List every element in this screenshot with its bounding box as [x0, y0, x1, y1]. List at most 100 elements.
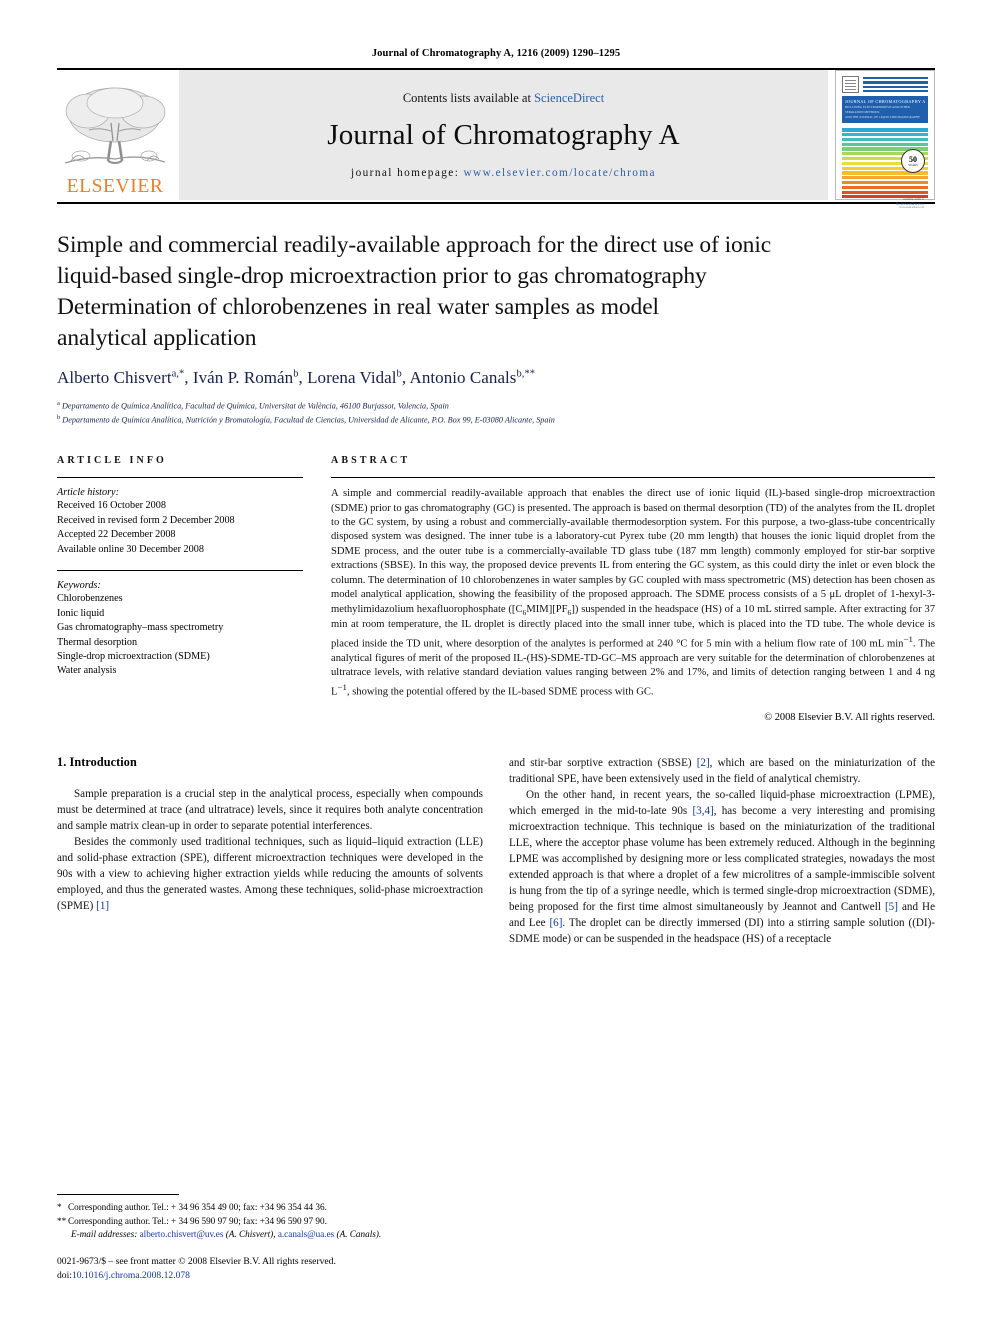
author-4: Antonio Canalsb,**	[410, 368, 536, 387]
seal-number: 50	[909, 154, 917, 164]
abstract-part-1: A simple and commercial readily-availabl…	[331, 488, 935, 615]
sciencedirect-link[interactable]: ScienceDirect	[534, 91, 604, 105]
keywords-title: Keywords:	[57, 580, 101, 592]
history-line-1: Received 16 October 2008	[57, 500, 166, 512]
cover-bar-4	[842, 142, 928, 146]
abstract-column: ABSTRACT A simple and commercial readily…	[331, 455, 935, 723]
article-page: Journal of Chromatography A, 1216 (2009)…	[0, 0, 992, 1323]
cover-bar-14	[842, 190, 928, 194]
contents-prefix: Contents lists available at	[402, 90, 535, 105]
history-line-2: Received in revised form 2 December 2008	[57, 514, 235, 526]
rp2-post: , has become a very interesting and prom…	[509, 804, 935, 913]
elsevier-tree-icon	[64, 87, 166, 164]
section-heading-introduction: 1. Introduction	[57, 754, 137, 769]
keywords-block: Keywords: Chlorobenzenes Ionic liquid Gas …	[57, 570, 303, 679]
affiliation-text: Departamento de Química Analítica, Nutri…	[60, 415, 555, 425]
journal-cover-thumbnail: JOURNAL OF CHROMATOGRAPHY A INCLUDING EL…	[835, 70, 935, 209]
cover-bar-13	[842, 185, 928, 189]
affiliation-list: a Departamento de Química Analítica, Fac…	[57, 399, 935, 427]
author-name: Alberto Chisvert	[57, 368, 172, 388]
intro-paragraph-2: Besides the commonly used traditional te…	[57, 834, 483, 914]
keyword-5: Single-drop microextraction (SDME)	[57, 651, 210, 662]
keyword-6: Water analysis	[57, 665, 117, 677]
rp2-end: . The droplet can be directly immersed (…	[509, 916, 935, 945]
author-affiliation-mark: b,**	[516, 368, 536, 380]
author-list: Alberto Chisverta,*, Iván P. Románb, Lor…	[57, 368, 536, 388]
seal-label: YEARS	[908, 163, 918, 167]
intro-paragraph-2-continued: and stir-bar sorptive extraction (SBSE) …	[509, 755, 935, 787]
copyright-line: © 2008 Elsevier B.V. All rights reserved…	[764, 711, 935, 723]
doi-label: doi:	[57, 1270, 72, 1282]
email-name-canals: (A. Canals).	[334, 1228, 382, 1239]
abstract-sup-1: −1	[903, 633, 913, 644]
footnote-corresponding-author-2: ** Corresponding author. Tel.: + 34 96 59…	[57, 1215, 487, 1228]
intro-paragraph-3: On the other hand, in recent years, the …	[509, 787, 935, 947]
doi-line: doi:10.1016/j.chroma.2008.12.078	[57, 1269, 487, 1283]
cover-banner: JOURNAL OF CHROMATOGRAPHY A INCLUDING EL…	[842, 96, 928, 124]
reference-link-2[interactable]: [2]	[697, 757, 710, 769]
author-3: Lorena Vidalb	[307, 368, 402, 387]
cover-bar-2	[842, 133, 928, 137]
keyword-4: Thermal desorption	[57, 636, 138, 648]
keywords-rule	[57, 570, 303, 572]
elsevier-wordmark: ELSEVIER	[66, 175, 164, 197]
article-info-rule	[57, 477, 303, 479]
info-abstract-section: ARTICLE INFO Article history: Received 1…	[57, 455, 935, 723]
abstract-label: ABSTRACT	[331, 455, 411, 467]
cover-bar-3	[842, 137, 928, 142]
journal-masthead: ELSEVIER Contents lists available at Sci…	[57, 68, 935, 209]
author-1: Alberto Chisverta,*	[57, 368, 184, 387]
doi-link[interactable]: 10.1016/j.chroma.2008.12.078	[72, 1270, 190, 1281]
contents-available-line: Contents lists available at ScienceDirec…	[403, 91, 604, 106]
reference-link-6[interactable]: [6]	[549, 917, 562, 929]
body-right-column: and stir-bar sorptive extraction (SBSE) …	[509, 755, 935, 947]
author-name: Iván P. Román	[192, 368, 294, 388]
footnote-text-1: Corresponding author. Tel.: + 34 96 354 …	[68, 1202, 327, 1213]
cover-bar-12	[842, 180, 928, 185]
affiliation-2: b Departamento de Química Analítica, Nut…	[57, 413, 935, 427]
rp1-pre: and stir-bar sorptive extraction (SBSE)	[509, 756, 697, 769]
reference-link-1[interactable]: [1]	[96, 900, 109, 912]
running-head: Journal of Chromatography A, 1216 (2009)…	[371, 48, 621, 59]
homepage-url-link[interactable]: www.elsevier.com/locate/chroma	[463, 167, 655, 179]
reference-link-5[interactable]: [5]	[885, 901, 898, 913]
body-left-column: 1. Introduction Sample preparation is a …	[57, 755, 483, 947]
cover-bar-1	[842, 128, 928, 132]
abstract-part-5: , showing the potential offered by the I…	[346, 686, 654, 698]
cover-header-row	[842, 76, 928, 93]
history-line-4: Available online 30 December 2008	[57, 543, 204, 555]
cover-banner-sub-2: AND THE JOURNAL OF LIQUID CHROMATOGRAPHY	[845, 114, 921, 119]
cover-logo-box	[842, 76, 859, 93]
homepage-prefix: journal homepage:	[351, 166, 464, 179]
email-link-canals[interactable]: a.canals@ua.es	[278, 1229, 334, 1239]
author-affiliation-mark: b	[396, 368, 402, 380]
abstract-sup-2: −1	[337, 681, 347, 692]
keyword-1: Chlorobenzenes	[57, 593, 123, 605]
cover-blue-lines	[863, 76, 928, 93]
intro-paragraph-2-text: Besides the commonly used traditional te…	[57, 835, 483, 912]
reference-link-34[interactable]: [3,4]	[692, 805, 713, 817]
email-label: E-mail addresses:	[71, 1228, 138, 1239]
article-history-lines: Received 16 October 2008 Received in revi…	[57, 499, 303, 557]
footnote-mark-1: *	[57, 1202, 62, 1213]
keyword-3: Gas chromatography–mass spectrometry	[57, 622, 224, 634]
affiliation-1: a Departamento de Química Analítica, Fac…	[57, 399, 935, 413]
issn-doi-block: 0021-9673/$ – see front matter © 2008 El…	[57, 1255, 487, 1283]
abstract-text: A simple and commercial readily-availabl…	[331, 487, 935, 699]
journal-title: Journal of Chromatography A	[327, 118, 680, 151]
abstract-part-2: MIM][PF	[526, 603, 568, 615]
intro-paragraph-1: Sample preparation is a crucial step in …	[57, 787, 483, 832]
title-line-2: liquid-based single-drop microextraction…	[57, 263, 707, 290]
footnote-text-2: Corresponding author. Tel.: + 34 96 590 …	[68, 1215, 327, 1226]
journal-homepage-line: journal homepage: www.elsevier.com/locat…	[351, 167, 656, 179]
article-info-label: ARTICLE INFO	[57, 455, 167, 467]
title-line-3: Determination of chlorobenzenes in real …	[57, 294, 659, 321]
cover-bar-11	[842, 176, 928, 180]
email-name-chisvert: (A. Chisvert),	[223, 1228, 276, 1239]
email-link-chisvert[interactable]: alberto.chisvert@uv.es	[140, 1229, 224, 1239]
author-2: Iván P. Románb	[193, 368, 299, 387]
title-line-1: Simple and commercial readily-available …	[57, 232, 772, 258]
footnote-email-line: E-mail addresses: alberto.chisvert@uv.es…	[57, 1228, 487, 1241]
author-name: Lorena Vidal	[307, 368, 397, 388]
article-history-title: Article history:	[57, 487, 119, 499]
